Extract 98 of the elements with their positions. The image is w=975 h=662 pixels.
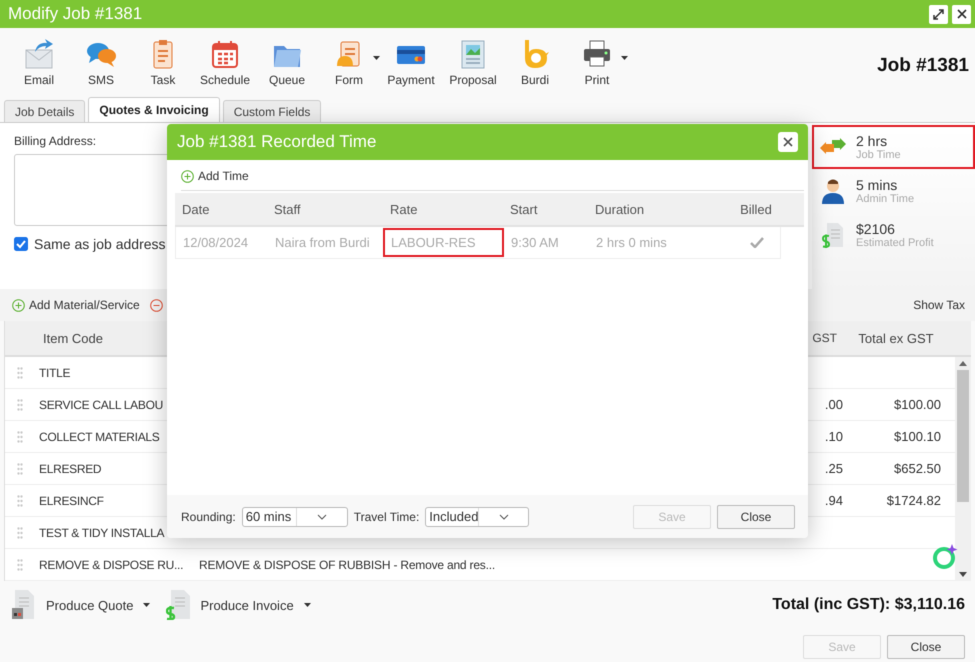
travel-time-select[interactable]: Included <box>425 506 530 526</box>
close-button[interactable]: Close <box>717 504 795 528</box>
checkbox[interactable] <box>14 237 28 251</box>
down-arrow-icon[interactable] <box>959 572 967 577</box>
show-tax-link[interactable]: Show Tax <box>913 298 965 312</box>
column-header: Item Code <box>43 330 104 346</box>
toolbar-button[interactable]: Schedule <box>196 38 254 86</box>
dialog-title: Job #1381 Recorded Time <box>177 132 378 152</box>
stat-value: 5 mins <box>856 177 898 193</box>
close-button[interactable]: Close <box>887 635 965 659</box>
envelope-icon <box>23 38 55 70</box>
caret-icon <box>304 603 311 607</box>
table-cell: .94 <box>824 493 843 508</box>
add-time-link[interactable]: Add Time <box>181 169 249 183</box>
table-cell-text: 9:30 AM <box>510 235 560 250</box>
table-cell: .00 <box>824 397 843 412</box>
expand-icon <box>933 8 944 20</box>
table-cell: $1724.82 <box>886 493 941 508</box>
column-header: Duration <box>595 202 644 216</box>
field-label: Travel Time: <box>354 510 420 524</box>
table-cell: $100.00 <box>894 397 941 412</box>
column-header: GST <box>811 331 837 345</box>
table-cell: .10 <box>824 429 843 444</box>
drag-handle-icon <box>17 462 23 474</box>
close-icon <box>783 137 793 147</box>
column-header: Staff <box>274 202 301 216</box>
document-icon <box>12 590 36 620</box>
chevron-icon <box>316 514 327 520</box>
rounding-select[interactable]: 60 mins <box>242 506 348 526</box>
column-header: Billed <box>740 202 772 216</box>
drag-handle-icon <box>17 366 23 378</box>
minus-circle-icon <box>150 298 163 312</box>
field-label: Billing Address: <box>14 134 96 148</box>
table-cell: $652.50 <box>894 461 941 476</box>
column-header: Total ex GST <box>857 330 935 346</box>
stat-label: Estimated Profit <box>856 237 934 249</box>
arrows-icon <box>820 138 846 156</box>
invoice-icon <box>820 222 846 248</box>
toolbar-button[interactable]: Email <box>10 38 68 86</box>
column-header: Rate <box>390 202 418 216</box>
table-cell: ELRESRED <box>39 462 102 476</box>
drag-handle-icon <box>17 494 23 506</box>
stat-label: Admin Time <box>856 193 914 205</box>
table-cell: LABOUR-RES <box>383 228 504 257</box>
table-cell: ELRESINCF <box>39 494 104 508</box>
toolbar-button[interactable]: Queue <box>258 38 316 86</box>
toolbar-button[interactable]: Payment <box>382 38 440 86</box>
invoice-total: Total (inc GST): $3,110.16 <box>772 596 965 614</box>
printer-icon <box>581 38 613 70</box>
toolbar-button[interactable]: Burdi <box>506 38 564 86</box>
table-cell: TEST & TIDY INSTALLA <box>39 526 164 540</box>
up-arrow-icon[interactable] <box>959 361 967 366</box>
plus-circle-icon <box>181 170 194 182</box>
caret-icon <box>143 603 150 607</box>
toolbar-button[interactable]: SMS <box>72 38 130 86</box>
table-cell: SERVICE CALL LABOU <box>39 398 163 412</box>
toolbar-button[interactable]: Form <box>320 38 378 86</box>
produce-menu-button[interactable]: Produce Invoice <box>166 590 311 620</box>
stat-value: 2 hrs <box>856 133 888 149</box>
drag-handle-icon <box>17 398 23 410</box>
close-button[interactable] <box>952 4 971 24</box>
add-material-link[interactable]: Add Material/Service <box>12 298 140 312</box>
table-cell: .25 <box>824 461 843 476</box>
toolbar-button[interactable]: Proposal <box>444 38 502 86</box>
table-cell-text: Naira from Burdi <box>274 235 371 250</box>
close-icon <box>956 9 966 19</box>
person-icon <box>820 178 846 204</box>
table-cell: REMOVE & DISPOSE OF RUBBISH - Remove and res... <box>199 558 496 572</box>
drag-handle-icon <box>17 558 23 570</box>
chevron-icon <box>498 514 509 520</box>
drag-handle-icon <box>17 430 23 442</box>
produce-menu-button[interactable]: Produce Quote <box>12 590 150 620</box>
ring-sparkle-icon <box>932 543 958 571</box>
plus-circle-icon <box>12 298 25 312</box>
close-button[interactable] <box>778 132 798 152</box>
table-cell-text: 12/08/2024 <box>182 235 250 250</box>
tab[interactable]: Quotes & Invoicing <box>88 97 220 122</box>
column-header: Date <box>182 202 210 216</box>
field-label: Rounding: <box>181 510 236 524</box>
column-header: Start <box>510 202 538 216</box>
invoice-icon <box>166 590 190 620</box>
table-cell: COLLECT MATERIALS <box>39 430 160 444</box>
drag-handle-icon <box>17 526 23 538</box>
table-cell-text: 2 hrs 0 mins <box>595 235 668 250</box>
toolbar-button[interactable]: Print <box>568 38 626 86</box>
job-heading: Job #1381 <box>877 55 969 77</box>
stat-label: Job Time <box>856 149 901 161</box>
tab[interactable]: Custom Fields <box>222 100 322 122</box>
window-title: Modify Job #1381 <box>8 4 144 24</box>
checkbox-label: Same as job address <box>34 236 166 252</box>
table-cell: TITLE <box>39 366 70 380</box>
tab[interactable]: Job Details <box>4 100 86 122</box>
scrollbar[interactable] <box>955 357 971 581</box>
toolbar-button[interactable]: Task <box>134 38 192 86</box>
stat-value: $2106 <box>856 221 896 237</box>
table-cell: REMOVE & DISPOSE RU... <box>39 558 184 572</box>
maximize-button[interactable] <box>929 4 948 24</box>
table-cell: $100.10 <box>894 429 941 444</box>
